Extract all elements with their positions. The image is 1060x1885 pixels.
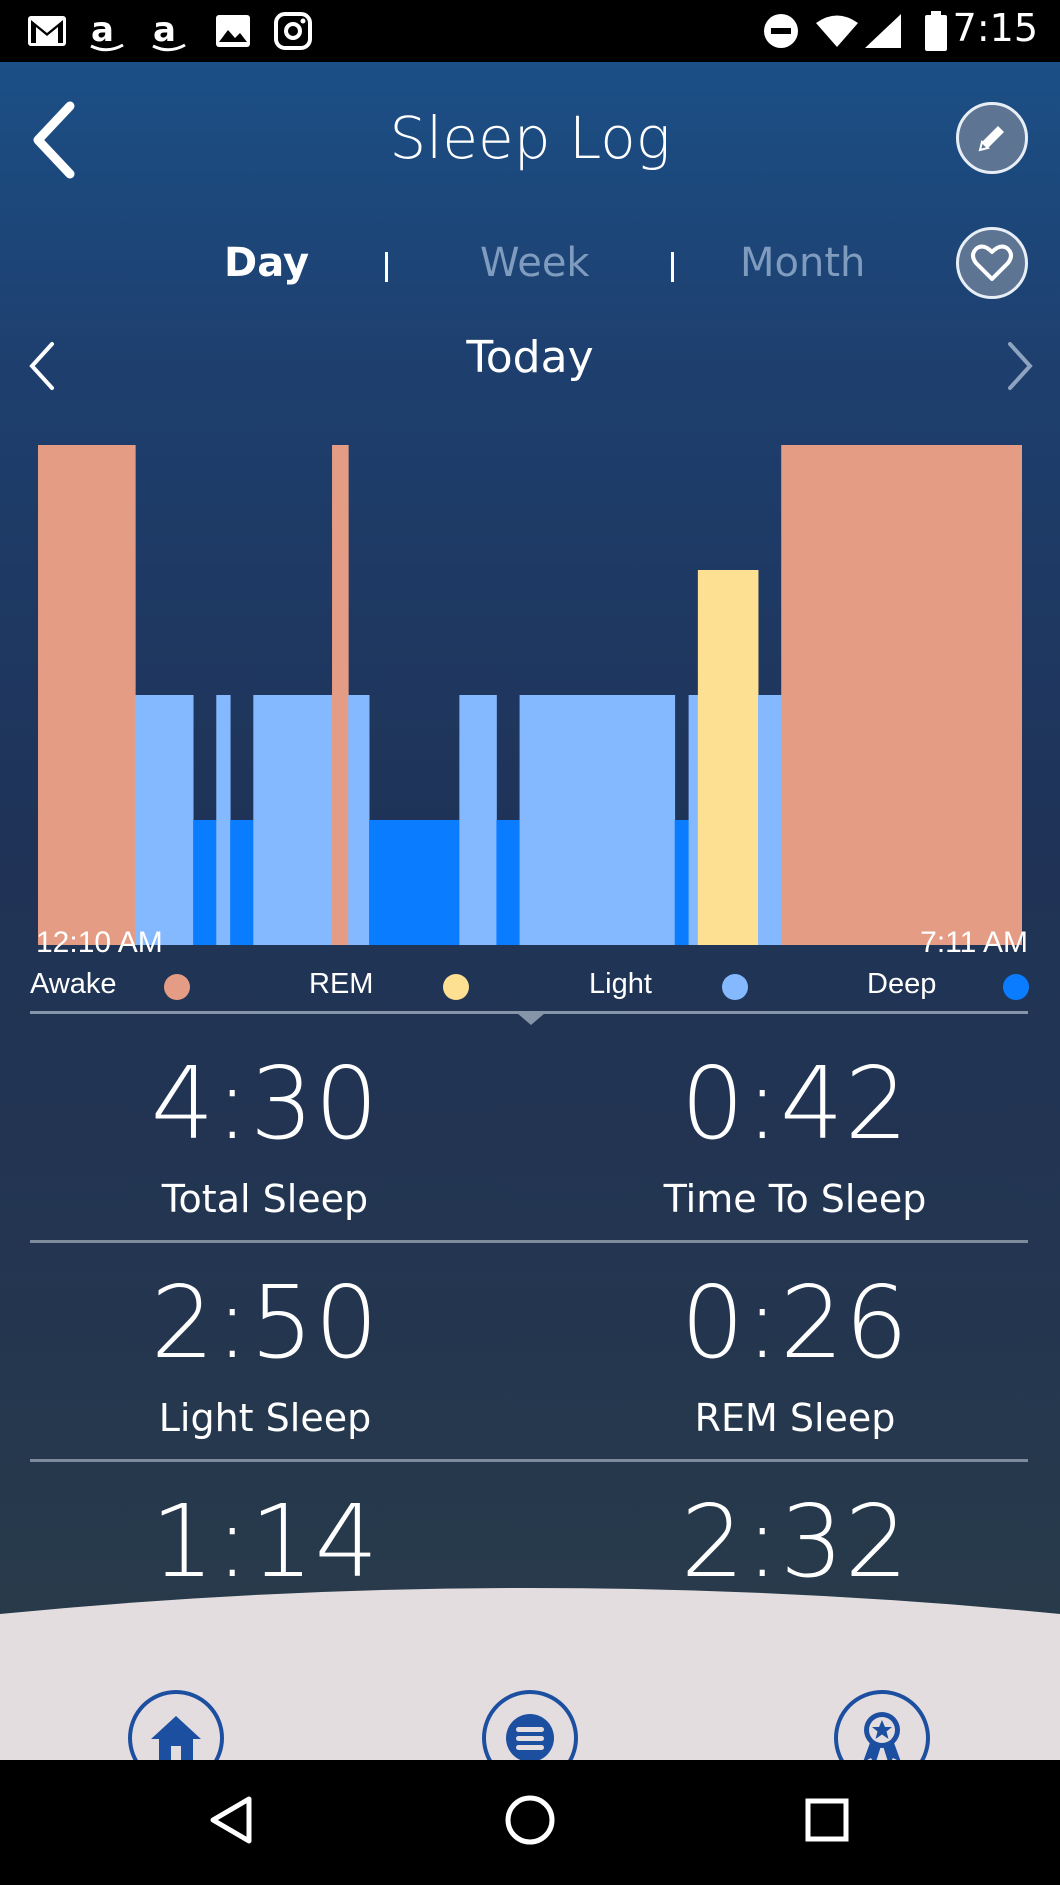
tab-week[interactable]: Week: [480, 240, 590, 286]
tab-separator: [671, 252, 674, 282]
signal-icon: [860, 8, 906, 54]
recents-square-icon: [805, 1798, 849, 1842]
edit-button[interactable]: [956, 102, 1028, 174]
tab-day[interactable]: Day: [224, 240, 309, 286]
legend-dot-light: [722, 974, 748, 1000]
sleep-stage-bar-light: [459, 695, 497, 945]
legend-dot-rem: [443, 974, 469, 1000]
row-divider: [30, 1459, 1028, 1462]
sleep-stage-bar-rem: [697, 570, 759, 945]
system-navigation-bar: [0, 1760, 1060, 1885]
rem-sleep-value: 0:26: [680, 1264, 910, 1381]
row-divider: [30, 1240, 1028, 1243]
amazon-icon: a: [84, 8, 130, 54]
chart-start-time: 12:10 AM: [36, 926, 163, 959]
time-to-sleep-value: 0:42: [680, 1045, 910, 1162]
sleep-stage-bar-deep: [193, 820, 217, 945]
legend-pointer: [517, 1013, 545, 1025]
chart-end-time: 7:11 AM: [920, 926, 1028, 959]
page-title: Sleep Log: [389, 104, 671, 172]
instagram-icon: [270, 8, 316, 54]
status-time: 7:15: [952, 6, 1038, 50]
pencil-icon: [978, 126, 1004, 152]
sleep-stage-bar-awake: [332, 445, 349, 945]
tab-month[interactable]: Month: [740, 240, 865, 286]
award-ribbon-icon: [863, 1712, 901, 1760]
svg-text:a: a: [153, 10, 176, 50]
sleep-stage-bar-awake: [781, 445, 1022, 945]
tab-separator: [385, 252, 388, 282]
sleep-log-screen: Sleep Log Day Week Month Today 12:10 AM …: [0, 62, 1060, 1760]
home-circle-icon: [505, 1795, 555, 1845]
sleep-stage-bar-deep: [230, 820, 254, 945]
legend-label-deep: Deep: [867, 968, 937, 1000]
system-back-button[interactable]: [202, 1790, 262, 1850]
back-triangle-icon: [210, 1796, 252, 1844]
sleep-stage-bar-light: [519, 695, 676, 945]
menu-icon: [506, 1714, 554, 1760]
bottom-navigation: [0, 1582, 1060, 1760]
favorite-button[interactable]: [956, 227, 1028, 299]
date-navigator: Today: [0, 332, 1060, 412]
amazon-icon: a: [146, 8, 192, 54]
home-icon: [151, 1716, 201, 1760]
date-label: Today: [466, 332, 594, 383]
legend-dot-awake: [164, 974, 190, 1000]
time-to-sleep-label: Time To Sleep: [663, 1177, 927, 1221]
photo-icon: [210, 8, 256, 54]
sleep-stage-bar-deep: [496, 820, 520, 945]
wifi-icon: [814, 8, 860, 54]
svg-text:a: a: [91, 10, 114, 50]
total-sleep-value: 4:30: [150, 1045, 380, 1162]
heart-icon: [971, 244, 1013, 281]
sleep-stage-bar-light: [688, 695, 699, 945]
gmail-icon: [24, 8, 70, 54]
sleep-stages-chart: [38, 445, 1022, 945]
range-tabs: Day Week Month: [0, 240, 1060, 310]
legend-label-rem: REM: [309, 968, 374, 1000]
total-sleep-label: Total Sleep: [161, 1177, 369, 1221]
sleep-stage-bar-light: [216, 695, 231, 945]
legend-dot-deep: [1003, 974, 1029, 1000]
sleep-stage-bar-awake: [38, 445, 136, 945]
next-day-button[interactable]: [998, 338, 1038, 394]
chevron-right-icon: [1008, 342, 1033, 390]
chart-legend: Awake REM Light Deep: [0, 968, 1060, 1014]
sleep-stage-bar-light: [348, 695, 370, 945]
sleep-stage-bar-deep: [674, 820, 689, 945]
light-sleep-label: Light Sleep: [158, 1396, 372, 1440]
rem-sleep-label: REM Sleep: [694, 1396, 896, 1440]
sleep-stage-bar-deep: [369, 820, 460, 945]
system-home-button[interactable]: [500, 1790, 560, 1850]
sleep-stage-bar-light: [758, 695, 782, 945]
legend-label-awake: Awake: [30, 968, 117, 1000]
light-sleep-value: 2:50: [150, 1264, 380, 1381]
status-bar: a a 7:15: [0, 0, 1060, 62]
sleep-stage-bar-light: [253, 695, 333, 945]
do-not-disturb-icon: [758, 8, 804, 54]
system-recents-button[interactable]: [797, 1790, 857, 1850]
sleep-stages-svg: [38, 445, 1022, 945]
sleep-stage-bar-light: [135, 695, 194, 945]
legend-label-light: Light: [589, 968, 652, 1000]
